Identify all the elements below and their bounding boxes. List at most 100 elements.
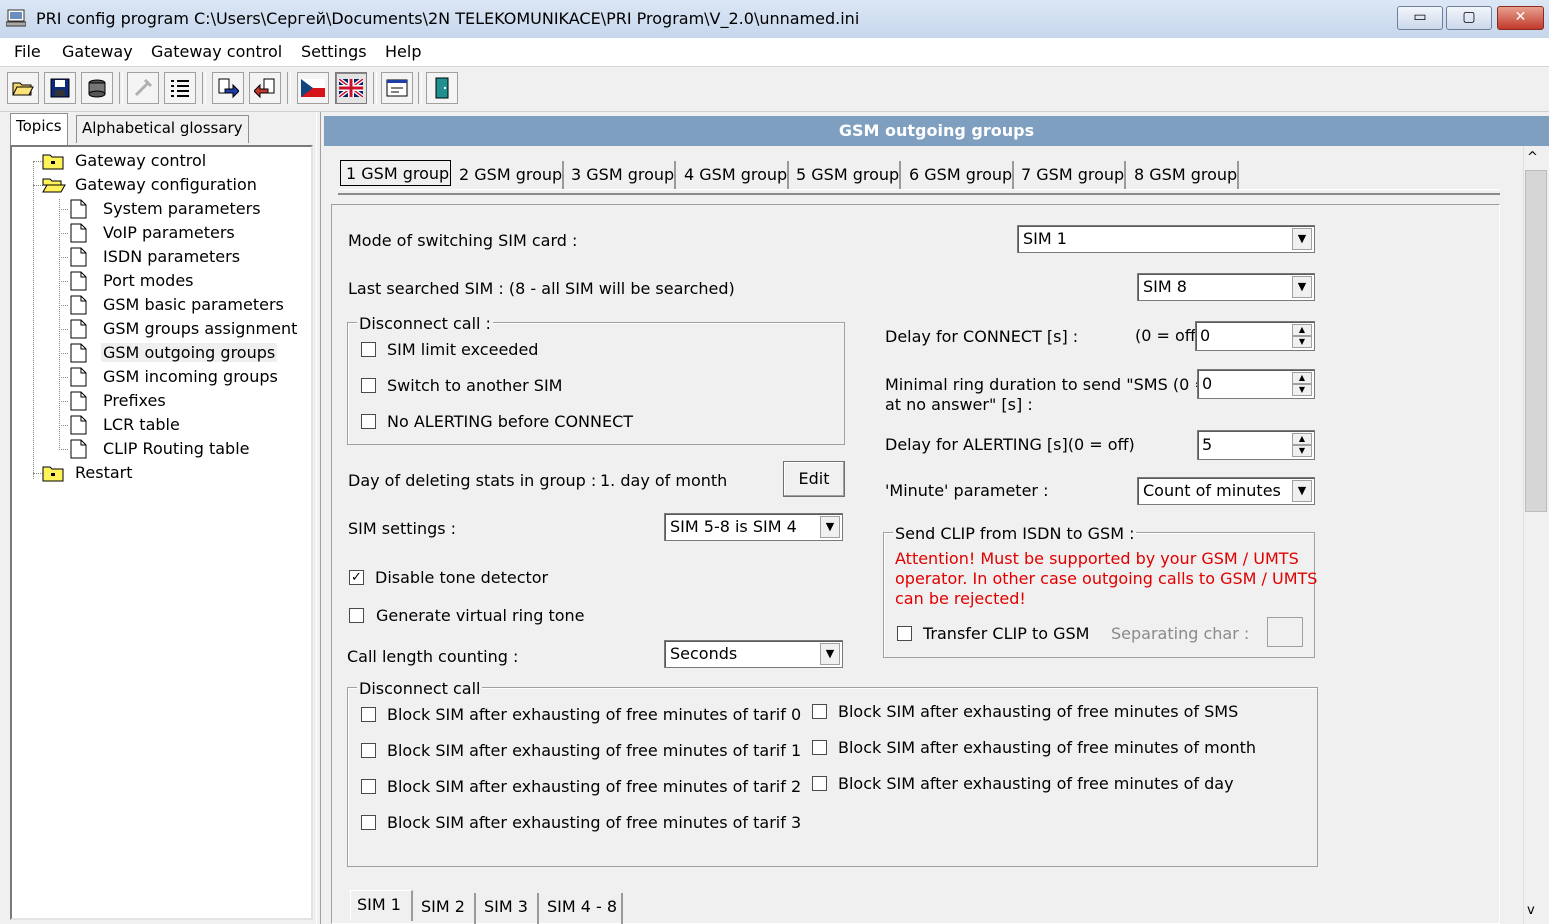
spin-up-icon[interactable]: ▲ — [1292, 372, 1312, 384]
spin-up-icon[interactable]: ▲ — [1292, 433, 1312, 445]
tool-disabled-icon — [134, 78, 153, 97]
delay-alerting-spinner[interactable]: 5 ▲ ▼ — [1197, 430, 1315, 460]
switch-sim-checkbox[interactable] — [361, 378, 376, 393]
tree-label: Prefixes — [103, 391, 166, 410]
tree-label: Restart — [75, 463, 133, 482]
clip-warning: Attention! Must be supported by your GSM… — [895, 549, 1317, 609]
page-icon — [70, 247, 87, 267]
tree-label: GSM basic parameters — [103, 295, 284, 314]
spin-down-icon[interactable]: ▼ — [1292, 336, 1312, 348]
disable-tone-label: Disable tone detector — [375, 568, 549, 587]
minimize-button[interactable]: ▭ — [1397, 6, 1443, 30]
delay-connect-spinner[interactable]: 0 ▲ ▼ — [1195, 321, 1315, 351]
page-icon — [70, 199, 87, 219]
no-alerting-label: No ALERTING before CONNECT — [387, 412, 634, 431]
database-button[interactable] — [81, 72, 113, 104]
tab-gsm-group-8[interactable]: 8 GSM group — [1129, 161, 1239, 189]
chevron-down-icon: ▼ — [820, 516, 840, 538]
block-tarif-0-checkbox[interactable] — [361, 707, 376, 722]
tab-gsm-group-2[interactable]: 2 GSM group — [454, 161, 564, 189]
tab-gsm-group-4[interactable]: 4 GSM group — [679, 161, 789, 189]
tab-gsm-group-1[interactable]: 1 GSM group — [340, 160, 451, 186]
terminal-button[interactable] — [381, 72, 413, 104]
sim-settings-value: SIM 5-8 is SIM 4 — [670, 517, 797, 536]
block-sms-checkbox[interactable] — [812, 704, 827, 719]
page-icon — [70, 223, 87, 243]
no-alerting-checkbox[interactable] — [361, 414, 376, 429]
menu-settings[interactable]: Settings — [301, 42, 367, 61]
virtual-ring-checkbox[interactable] — [349, 608, 364, 623]
transfer-clip-checkbox[interactable] — [897, 626, 912, 641]
tab-gsm-group-3[interactable]: 3 GSM group — [566, 161, 676, 189]
english-language-button[interactable] — [335, 72, 367, 104]
tab-gsm-group-7[interactable]: 7 GSM group — [1016, 161, 1126, 189]
delay-alerting-value: 5 — [1202, 435, 1213, 454]
chevron-down-icon: ▼ — [1292, 480, 1312, 502]
czech-language-button[interactable] — [297, 72, 329, 104]
tool-button-disabled[interactable] — [127, 72, 159, 104]
toolbar-separator — [418, 72, 422, 104]
tab-gsm-group-6[interactable]: 6 GSM group — [904, 161, 1014, 189]
delay-alerting-label: Delay for ALERTING [s](0 = off) — [885, 435, 1135, 454]
save-button[interactable] — [44, 72, 76, 104]
mode-switching-select[interactable]: SIM 1 ▼ — [1017, 225, 1315, 253]
close-button[interactable]: ✕ — [1497, 6, 1544, 30]
tree-label: Gateway configuration — [75, 175, 257, 194]
exit-button[interactable] — [426, 72, 458, 104]
maximize-button[interactable]: ▢ — [1446, 6, 1492, 30]
scroll-up-icon[interactable]: ^ — [1527, 150, 1538, 165]
spin-up-icon[interactable]: ▲ — [1292, 324, 1312, 336]
call-length-select[interactable]: Seconds ▼ — [664, 640, 843, 668]
tab-topics[interactable]: Topics — [10, 113, 68, 145]
tab-strip-line — [338, 189, 1500, 195]
sim-settings-select[interactable]: SIM 5-8 is SIM 4 ▼ — [664, 513, 843, 541]
block-tarif-1-checkbox[interactable] — [361, 743, 376, 758]
menu-file[interactable]: File — [14, 42, 41, 61]
spin-down-icon[interactable]: ▼ — [1292, 384, 1312, 396]
open-button[interactable] — [7, 72, 39, 104]
tab-sim-2[interactable]: SIM 2 — [415, 893, 476, 924]
menu-gateway[interactable]: Gateway — [62, 42, 133, 61]
page-icon — [70, 319, 87, 339]
import-button[interactable] — [249, 72, 281, 104]
min-ring-spinner[interactable]: 0 ▲ ▼ — [1197, 369, 1315, 399]
block-tarif-3-checkbox[interactable] — [361, 815, 376, 830]
spin-down-icon[interactable]: ▼ — [1292, 445, 1312, 457]
call-length-label: Call length counting : — [347, 647, 519, 666]
edit-button[interactable]: Edit — [783, 461, 845, 497]
window-title: PRI config program C:\Users\Сергей\Docum… — [36, 9, 860, 28]
block-day-checkbox[interactable] — [812, 776, 827, 791]
minimize-icon: ▭ — [1413, 9, 1427, 25]
uk-flag-icon — [339, 79, 363, 97]
minute-parameter-value: Count of minutes — [1143, 481, 1281, 500]
tree-label: ISDN parameters — [103, 247, 241, 266]
close-icon: ✕ — [1514, 9, 1527, 25]
block-month-checkbox[interactable] — [812, 740, 827, 755]
separating-char-input[interactable] — [1267, 617, 1303, 647]
minute-parameter-select[interactable]: Count of minutes ▼ — [1137, 477, 1315, 505]
day-deleting-label: Day of deleting stats in group : — [348, 471, 597, 490]
save-icon — [50, 78, 70, 98]
send-clip-legend: Send CLIP from ISDN to GSM : — [893, 524, 1137, 543]
sim-limit-checkbox[interactable] — [361, 342, 376, 357]
tab-sim-1[interactable]: SIM 1 — [350, 890, 413, 921]
export-button[interactable] — [212, 72, 244, 104]
list-button[interactable] — [164, 72, 196, 104]
chevron-down-icon: ▼ — [1292, 228, 1312, 250]
panel-splitter[interactable] — [316, 112, 321, 924]
scroll-down-icon[interactable]: v — [1527, 903, 1535, 918]
disable-tone-checkbox[interactable]: ✓ — [349, 570, 364, 585]
min-ring-label: Minimal ring duration to send "SMS (0 = … — [885, 375, 1240, 394]
last-searched-select[interactable]: SIM 8 ▼ — [1137, 273, 1315, 301]
scrollbar-thumb[interactable] — [1525, 170, 1547, 512]
menu-help[interactable]: Help — [385, 42, 421, 61]
tab-alphabetical-glossary[interactable]: Alphabetical glossary — [76, 115, 249, 143]
block-tarif-2-checkbox[interactable] — [361, 779, 376, 794]
tab-sim-3[interactable]: SIM 3 — [478, 893, 539, 924]
tab-gsm-group-5[interactable]: 5 GSM group — [791, 161, 901, 189]
menu-gateway-control[interactable]: Gateway control — [151, 42, 282, 61]
tree-label: GSM groups assignment — [103, 319, 298, 338]
block-day-label: Block SIM after exhausting of free minut… — [838, 774, 1234, 793]
page-icon — [70, 367, 87, 387]
tab-sim-4[interactable]: SIM 4 - 8 — [541, 893, 623, 924]
